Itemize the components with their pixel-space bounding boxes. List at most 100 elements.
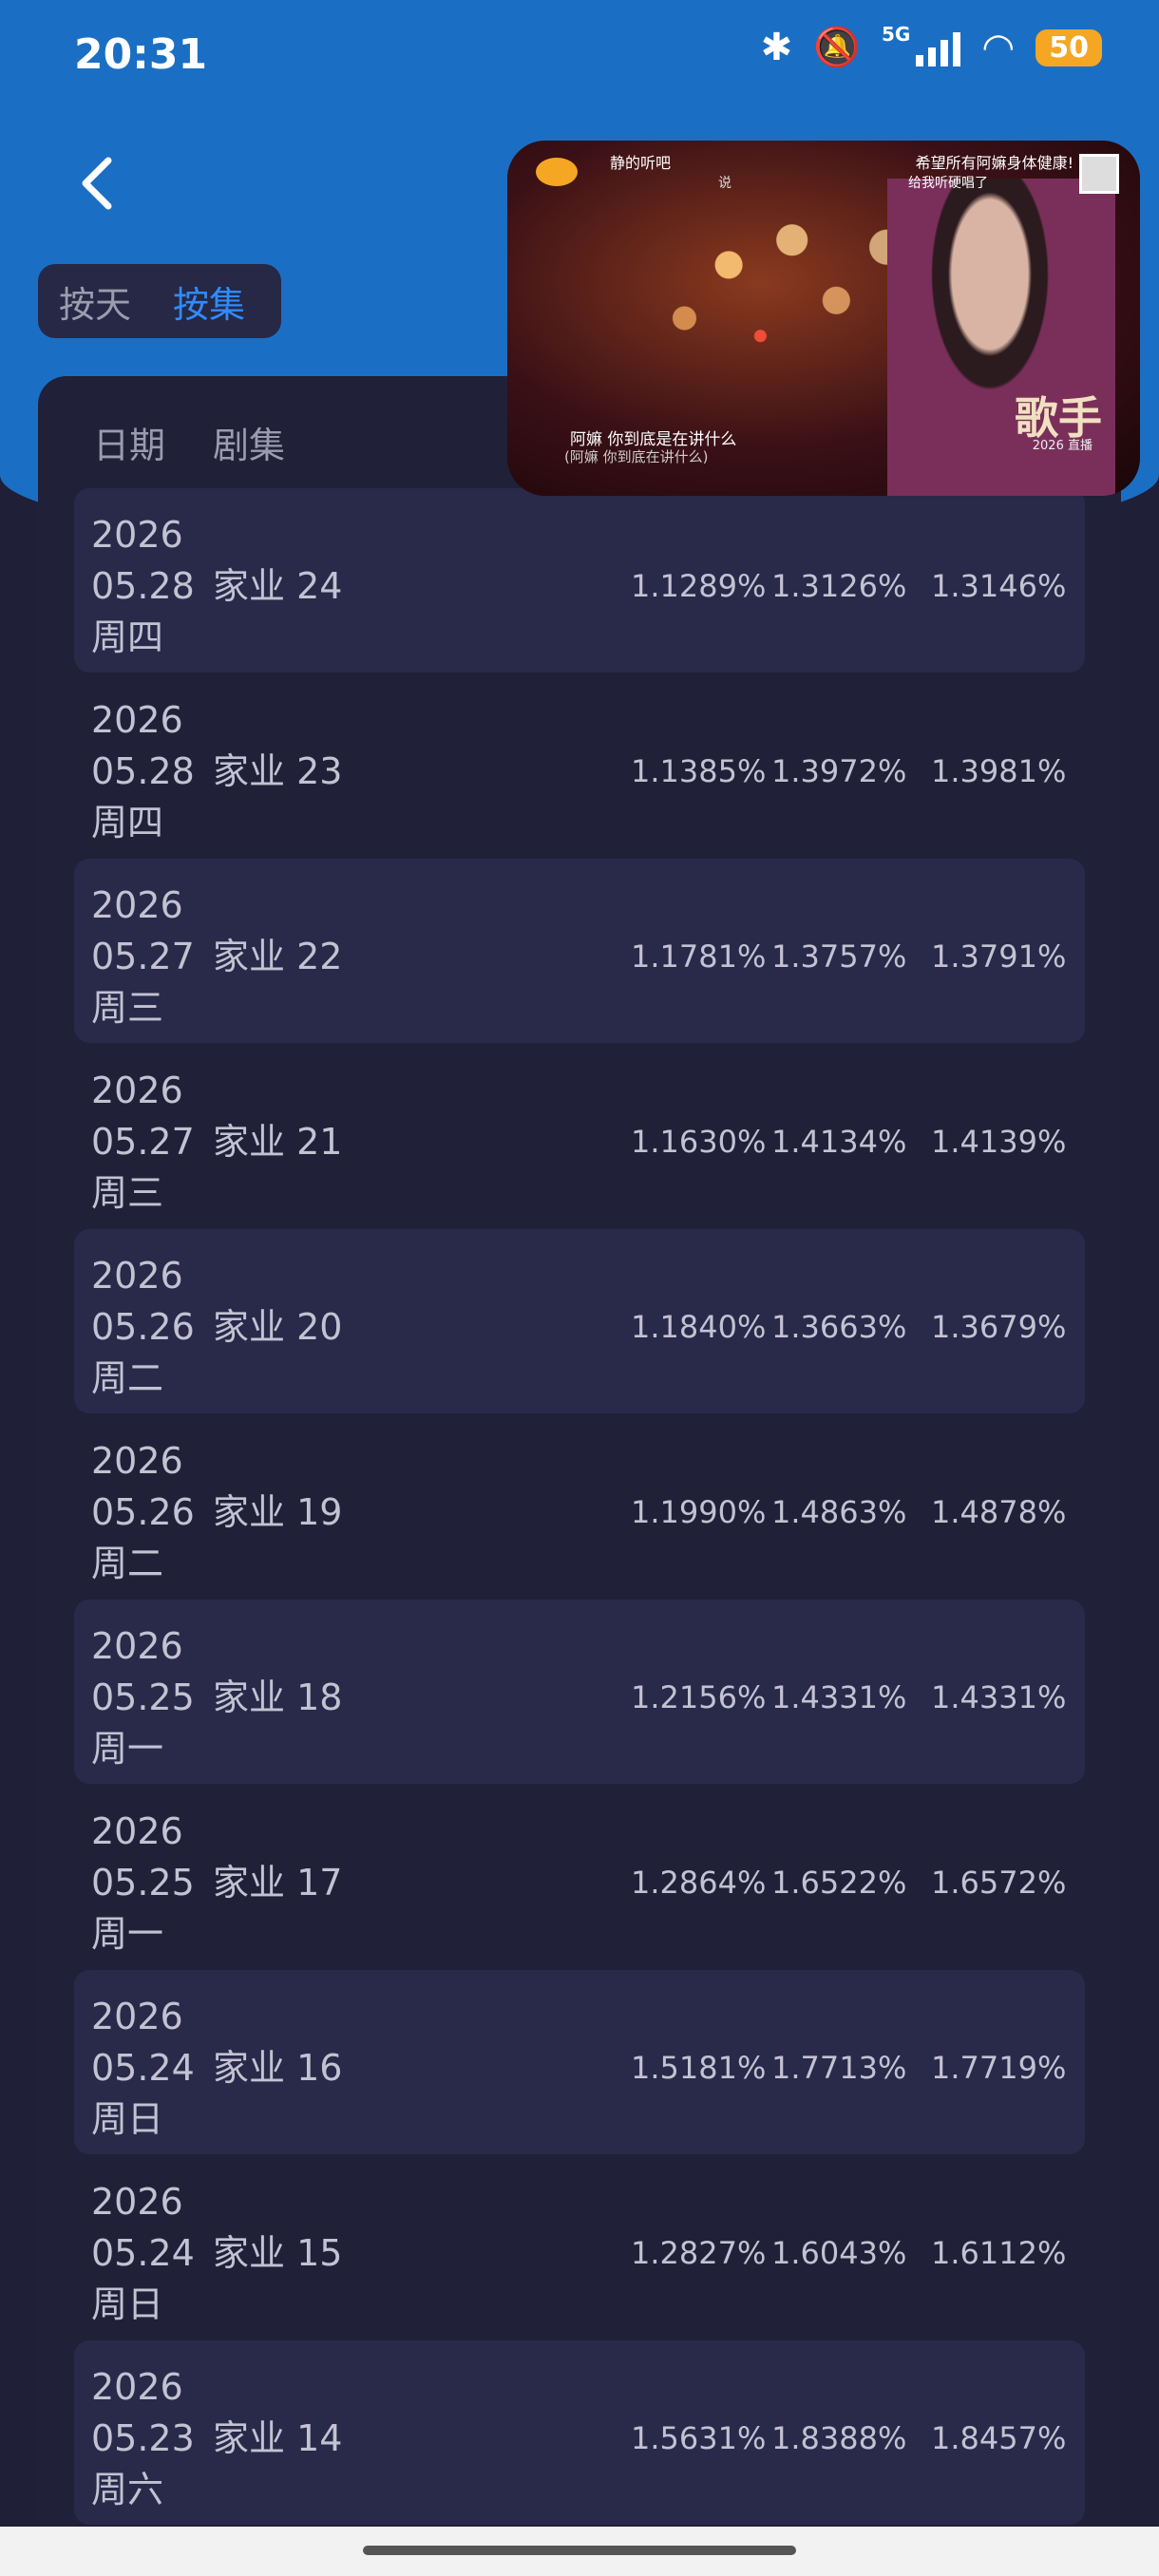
row-month-day: 05.24 bbox=[91, 2232, 195, 2274]
battery-icon: 50 bbox=[1036, 28, 1102, 66]
row-rating-3: 1.8457% bbox=[931, 2420, 1067, 2456]
table-row[interactable]: 2026 05.26 周二 家业 19 1.1990% 1.4863% 1.4878% bbox=[74, 1414, 1085, 1599]
table-row[interactable]: 2026 05.28 周四 家业 23 1.1385% 1.3972% 1.3981% bbox=[74, 673, 1085, 858]
row-date: 2026 05.25 周一 bbox=[91, 1620, 195, 1774]
row-rating-2: 1.6522% bbox=[771, 1865, 907, 1901]
row-date: 2026 05.26 周二 bbox=[91, 1250, 195, 1404]
row-episode-title: 家业 22 bbox=[213, 936, 343, 977]
table-row[interactable]: 2026 05.24 周日 家业 15 1.2827% 1.6043% 1.6112% bbox=[74, 2155, 1085, 2339]
row-year: 2026 bbox=[91, 1996, 183, 2037]
row-rating-2: 1.4134% bbox=[771, 1124, 907, 1160]
row-episode-title: 家业 17 bbox=[213, 1862, 343, 1904]
video-subtitle: (阿嫲 你到底在讲什么) bbox=[564, 448, 709, 465]
signal-icon bbox=[916, 28, 961, 66]
bluetooth-icon: ✱ bbox=[760, 26, 793, 69]
row-rating-3: 1.3679% bbox=[931, 1309, 1067, 1345]
channel-logo-icon bbox=[536, 158, 578, 186]
table-row[interactable]: 2026 05.25 周一 家业 18 1.2156% 1.4331% 1.4331% bbox=[74, 1600, 1085, 1784]
row-episode-title: 家业 18 bbox=[213, 1676, 343, 1718]
row-date: 2026 05.28 周四 bbox=[91, 509, 195, 663]
video-overlay-text: 给我听硬唱了 bbox=[908, 176, 988, 191]
row-rating-1: 1.5181% bbox=[631, 2050, 767, 2086]
row-month-day: 05.25 bbox=[91, 1676, 195, 1718]
row-month-day: 05.26 bbox=[91, 1491, 195, 1533]
chevron-left-icon bbox=[82, 157, 112, 210]
row-weekday: 周一 bbox=[91, 1728, 164, 1770]
status-time: 20:31 bbox=[74, 30, 208, 79]
header-episode: 剧集 bbox=[213, 425, 286, 466]
table-header: 日期 剧集 bbox=[93, 416, 285, 468]
row-rating-2: 1.3757% bbox=[771, 938, 907, 975]
table-row[interactable]: 2026 05.28 周四 家业 24 1.1289% 1.3126% 1.3146% bbox=[74, 488, 1085, 672]
row-month-day: 05.25 bbox=[91, 1862, 195, 1904]
row-month-day: 05.26 bbox=[91, 1306, 195, 1348]
row-date: 2026 05.28 周四 bbox=[91, 694, 195, 848]
view-mode-toggle: 按天 按集 bbox=[38, 264, 281, 338]
row-rating-2: 1.7713% bbox=[771, 2050, 907, 2086]
row-episode-title: 家业 20 bbox=[213, 1306, 343, 1348]
row-rating-3: 1.4331% bbox=[931, 1679, 1067, 1715]
show-year: 2026 直播 bbox=[1032, 439, 1092, 453]
row-date: 2026 05.27 周三 bbox=[91, 880, 195, 1033]
row-rating-3: 1.4139% bbox=[931, 1124, 1067, 1160]
row-weekday: 周三 bbox=[91, 1172, 164, 1214]
row-month-day: 05.27 bbox=[91, 1121, 195, 1163]
row-date: 2026 05.24 周日 bbox=[91, 1991, 195, 2145]
row-rating-1: 1.1630% bbox=[631, 1124, 767, 1160]
row-rating-2: 1.3972% bbox=[771, 753, 907, 789]
table-row[interactable]: 2026 05.26 周二 家业 20 1.1840% 1.3663% 1.3679% bbox=[74, 1229, 1085, 1413]
row-month-day: 05.27 bbox=[91, 936, 195, 977]
row-weekday: 周日 bbox=[91, 2098, 164, 2140]
wifi-icon: ◠ bbox=[981, 26, 1016, 69]
row-month-day: 05.24 bbox=[91, 2047, 195, 2089]
table-row[interactable]: 2026 05.27 周三 家业 22 1.1781% 1.3757% 1.3791% bbox=[74, 859, 1085, 1043]
row-year: 2026 bbox=[91, 1625, 183, 1667]
row-episode-title: 家业 21 bbox=[213, 1121, 343, 1163]
row-episode-title: 家业 16 bbox=[213, 2047, 343, 2089]
row-rating-3: 1.6112% bbox=[931, 2235, 1067, 2271]
row-rating-2: 1.4863% bbox=[771, 1494, 907, 1530]
row-rating-1: 1.2864% bbox=[631, 1865, 767, 1901]
table-row[interactable]: 2026 05.24 周日 家业 16 1.5181% 1.7713% 1.7719% bbox=[74, 1970, 1085, 2154]
table-row[interactable]: 2026 05.27 周三 家业 21 1.1630% 1.4134% 1.4139% bbox=[74, 1044, 1085, 1228]
row-rating-2: 1.4331% bbox=[771, 1679, 907, 1715]
table-row[interactable]: 2026 05.23 周六 家业 14 1.5631% 1.8388% 1.8457% bbox=[74, 2340, 1085, 2525]
row-month-day: 05.28 bbox=[91, 750, 195, 792]
row-date: 2026 05.25 周一 bbox=[91, 1806, 195, 1960]
row-year: 2026 bbox=[91, 1440, 183, 1482]
row-episode-title: 家业 23 bbox=[213, 750, 343, 792]
row-weekday: 周三 bbox=[91, 987, 164, 1029]
row-weekday: 周六 bbox=[91, 2469, 164, 2510]
row-date: 2026 05.27 周三 bbox=[91, 1065, 195, 1219]
network-type: 5G bbox=[882, 23, 911, 46]
video-overlay-text: 希望所有阿嫲身体健康! bbox=[915, 154, 1074, 172]
table-row[interactable]: 2026 05.25 周一 家业 17 1.2864% 1.6522% 1.6572% bbox=[74, 1785, 1085, 1969]
row-rating-3: 1.3146% bbox=[931, 568, 1067, 604]
row-rating-1: 1.1990% bbox=[631, 1494, 767, 1530]
row-rating-3: 1.6572% bbox=[931, 1865, 1067, 1901]
pip-video-player[interactable]: 静的听吧 说 希望所有阿嫲身体健康! 给我听硬唱了 阿嫲 你到底是在讲什么 (阿… bbox=[507, 141, 1140, 496]
back-button[interactable] bbox=[68, 150, 125, 217]
video-overlay-text: 静的听吧 bbox=[610, 154, 672, 172]
video-overlay-text: 说 bbox=[718, 176, 732, 191]
row-date: 2026 05.26 周二 bbox=[91, 1435, 195, 1589]
row-rating-3: 1.7719% bbox=[931, 2050, 1067, 2086]
row-rating-3: 1.3981% bbox=[931, 753, 1067, 789]
row-rating-3: 1.4878% bbox=[931, 1494, 1067, 1530]
row-year: 2026 bbox=[91, 2366, 183, 2408]
mute-icon: 🔕 bbox=[813, 26, 861, 69]
row-weekday: 周四 bbox=[91, 802, 164, 843]
row-episode-title: 家业 24 bbox=[213, 565, 343, 607]
navigation-bar bbox=[0, 2527, 1159, 2576]
row-episode-title: 家业 19 bbox=[213, 1491, 343, 1533]
row-year: 2026 bbox=[91, 1255, 183, 1297]
row-weekday: 周四 bbox=[91, 616, 164, 658]
row-rating-1: 1.1781% bbox=[631, 938, 767, 975]
row-rating-1: 1.2156% bbox=[631, 1679, 767, 1715]
toggle-by-episode[interactable]: 按集 bbox=[152, 275, 266, 328]
row-date: 2026 05.24 周日 bbox=[91, 2176, 195, 2330]
toggle-by-day[interactable]: 按天 bbox=[38, 275, 152, 328]
home-indicator[interactable] bbox=[363, 2546, 796, 2555]
row-year: 2026 bbox=[91, 699, 183, 741]
qr-code-icon bbox=[1079, 154, 1119, 194]
